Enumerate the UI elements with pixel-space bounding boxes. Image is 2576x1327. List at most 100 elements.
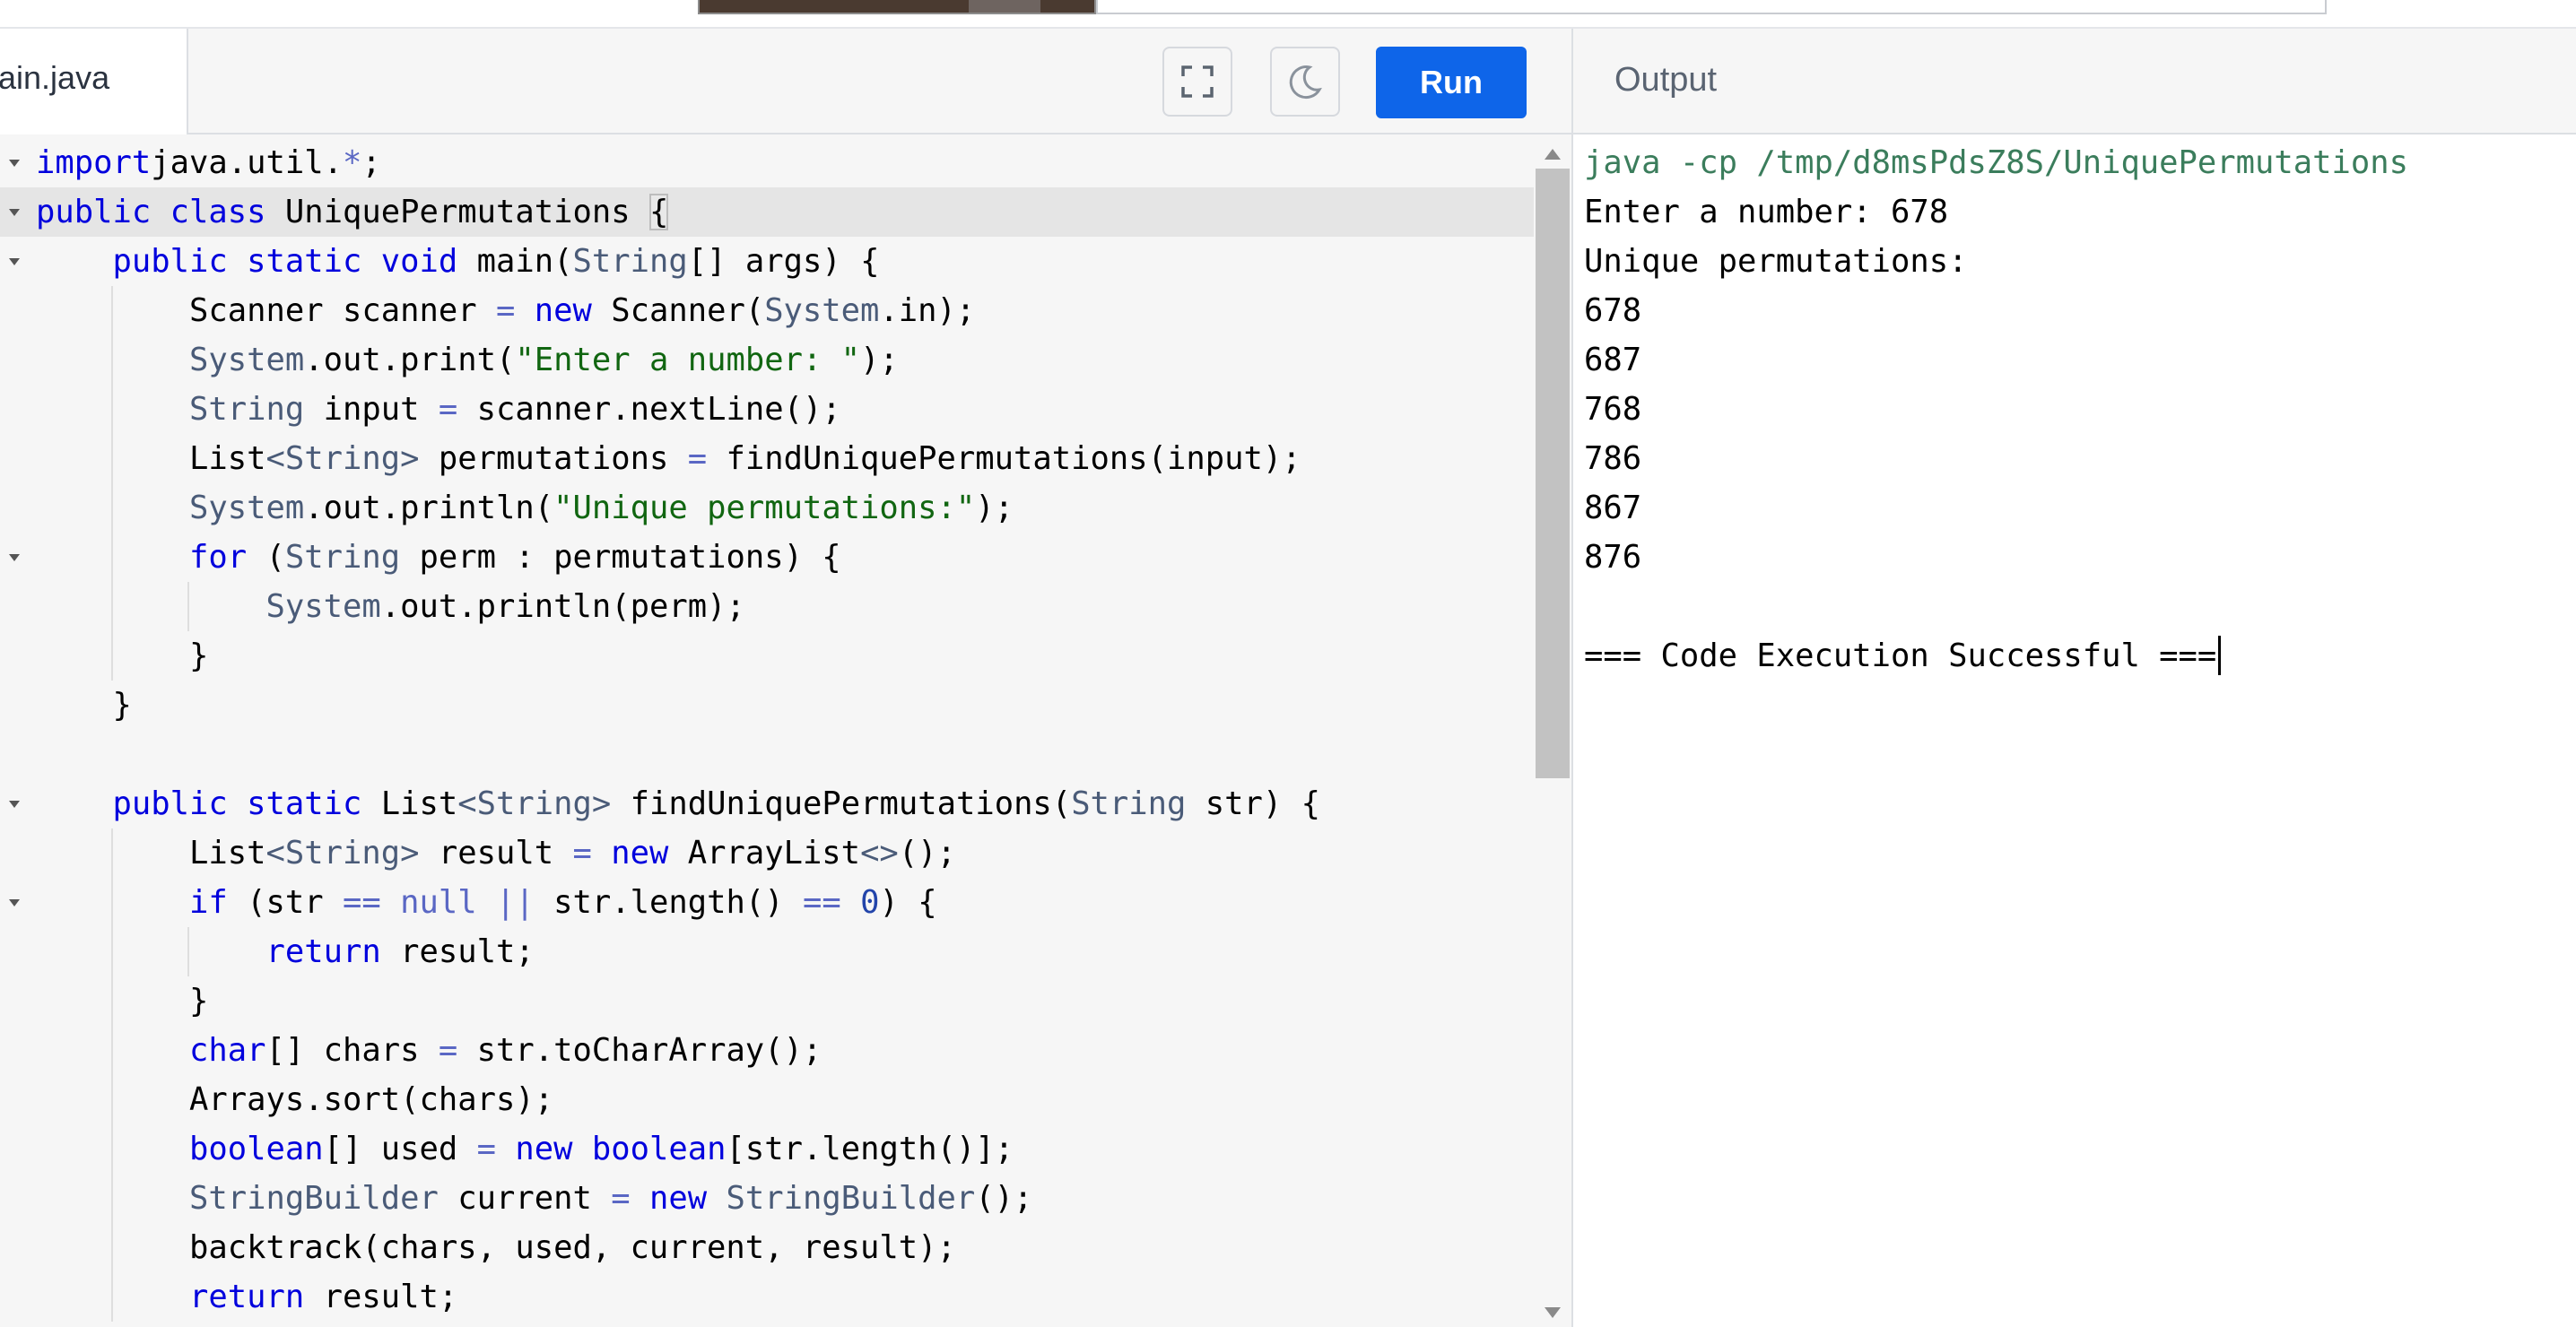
code-token: if <box>188 884 228 921</box>
output-line: 687 <box>1584 342 1642 378</box>
code-token: (str <box>227 884 343 921</box>
code-text: Scanner scanner = new Scanner(System.in)… <box>36 286 975 335</box>
run-button[interactable]: Run <box>1376 47 1527 118</box>
code-line[interactable]: System.out.print("Enter a number: "); <box>0 335 1534 385</box>
fold-arrow-icon[interactable] <box>5 138 23 187</box>
code-token: Scanner( <box>591 292 765 329</box>
code-token: .out.println(perm); <box>380 588 745 625</box>
code-token: = <box>438 1032 458 1069</box>
code-token: [] args) { <box>687 243 880 280</box>
code-line[interactable]: } <box>0 631 1534 681</box>
code-token: findUniquePermutations(input); <box>707 440 1301 477</box>
code-token: class <box>170 194 266 230</box>
fullscreen-icon <box>1181 65 1214 98</box>
code-token: [str.length()]; <box>726 1131 1014 1167</box>
code-text: public static void main(String[] args) { <box>36 237 880 286</box>
fold-arrow-icon[interactable] <box>5 533 23 582</box>
code-token: = <box>687 440 708 477</box>
fold-arrow-icon[interactable] <box>5 779 23 828</box>
code-line[interactable]: } <box>0 681 1534 730</box>
code-token: str.length() <box>534 884 803 921</box>
fold-arrow-icon[interactable] <box>5 237 23 286</box>
code-line[interactable]: public class UniquePermutations { <box>0 187 1534 237</box>
code-line[interactable]: Scanner scanner = new Scanner(System.in)… <box>0 286 1534 335</box>
code-text: String input = scanner.nextLine(); <box>36 385 841 434</box>
code-token: == <box>342 884 381 921</box>
top-input-field[interactable] <box>1096 0 2327 14</box>
output-line: 867 <box>1584 490 1642 526</box>
code-line[interactable]: return result; <box>0 927 1534 976</box>
code-line[interactable]: String input = scanner.nextLine(); <box>0 385 1534 434</box>
code-line[interactable]: if (str == null || str.length() == 0) { <box>0 878 1534 927</box>
video-thumbnail[interactable] <box>698 0 1096 14</box>
code-token: } <box>36 687 132 724</box>
code-editor[interactable]: importjava.util.*; public class UniquePer… <box>0 134 1534 1327</box>
code-line[interactable]: } <box>0 976 1534 1026</box>
code-token: ; <box>361 144 381 181</box>
output-title: Output <box>1614 61 1718 99</box>
fold-arrow-icon[interactable] <box>5 187 23 237</box>
fullscreen-button[interactable] <box>1162 47 1232 117</box>
code-line[interactable]: System.out.println("Unique permutations:… <box>0 483 1534 533</box>
fold-arrow-icon[interactable] <box>5 878 23 927</box>
code-token: == <box>802 884 841 921</box>
code-text: } <box>36 681 132 730</box>
code-token: [] used <box>323 1131 477 1167</box>
code-text: if (str == null || str.length() == 0) { <box>36 878 937 927</box>
code-line[interactable]: System.out.println(perm); <box>0 582 1534 631</box>
code-text: List<String> permutations = findUniquePe… <box>36 434 1301 483</box>
code-line[interactable]: char[] chars = str.toCharArray(); <box>0 1026 1534 1075</box>
code-token: import <box>36 144 152 181</box>
file-tab-main-java[interactable]: ain.java <box>0 29 188 134</box>
code-line[interactable]: List<String> permutations = findUniquePe… <box>0 434 1534 483</box>
code-line[interactable]: public static void main(String[] args) { <box>0 237 1534 286</box>
code-token: .out.println( <box>304 490 554 526</box>
scroll-up-arrow-icon[interactable] <box>1545 149 1561 160</box>
output-console[interactable]: java -cp /tmp/d8msPdsZ8S/UniquePermutati… <box>1571 134 2576 1327</box>
code-line[interactable]: importjava.util.*; <box>0 138 1534 187</box>
code-line[interactable]: return result; <box>0 1272 1534 1322</box>
scroll-down-arrow-icon[interactable] <box>1545 1307 1561 1318</box>
code-token: new <box>515 1131 573 1167</box>
code-token: main( <box>457 243 573 280</box>
code-token: null <box>400 884 477 921</box>
output-panel-header: Output <box>1571 29 2576 134</box>
code-token: <String> <box>265 440 420 477</box>
code-token: str) { <box>1186 785 1321 822</box>
code-token: str.toCharArray(); <box>457 1032 822 1069</box>
code-text: char[] chars = str.toCharArray(); <box>36 1026 822 1075</box>
code-text: } <box>36 631 208 681</box>
code-token: System <box>188 490 305 526</box>
code-token: ); <box>860 342 899 378</box>
code-line[interactable]: List<String> result = new ArrayList<>(); <box>0 828 1534 878</box>
editor-toolbar: ain.java Run <box>0 29 1571 134</box>
code-text: return result; <box>36 1272 457 1322</box>
code-token: boolean <box>188 1131 324 1167</box>
output-line: 678 <box>1584 292 1642 329</box>
code-line[interactable]: backtrack(chars, used, current, result); <box>0 1223 1534 1272</box>
code-line[interactable]: for (String perm : permutations) { <box>0 533 1534 582</box>
code-line[interactable]: public static List<String> findUniquePer… <box>0 779 1534 828</box>
code-token: <String> <box>265 835 420 872</box>
scrollbar-thumb[interactable] <box>1536 169 1570 778</box>
code-line[interactable]: Arrays.sort(chars); <box>0 1075 1534 1124</box>
editor-scrollbar[interactable] <box>1534 134 1571 1327</box>
code-line[interactable]: boolean[] used = new boolean[str.length(… <box>0 1124 1534 1174</box>
theme-toggle-button[interactable] <box>1270 47 1340 117</box>
code-token: StringBuilder <box>188 1180 439 1217</box>
code-token: "Enter a number: " <box>515 342 861 378</box>
code-line[interactable]: StringBuilder current = new StringBuilde… <box>0 1174 1534 1223</box>
code-line[interactable] <box>0 730 1534 779</box>
code-text: backtrack(chars, used, current, result); <box>36 1223 956 1272</box>
